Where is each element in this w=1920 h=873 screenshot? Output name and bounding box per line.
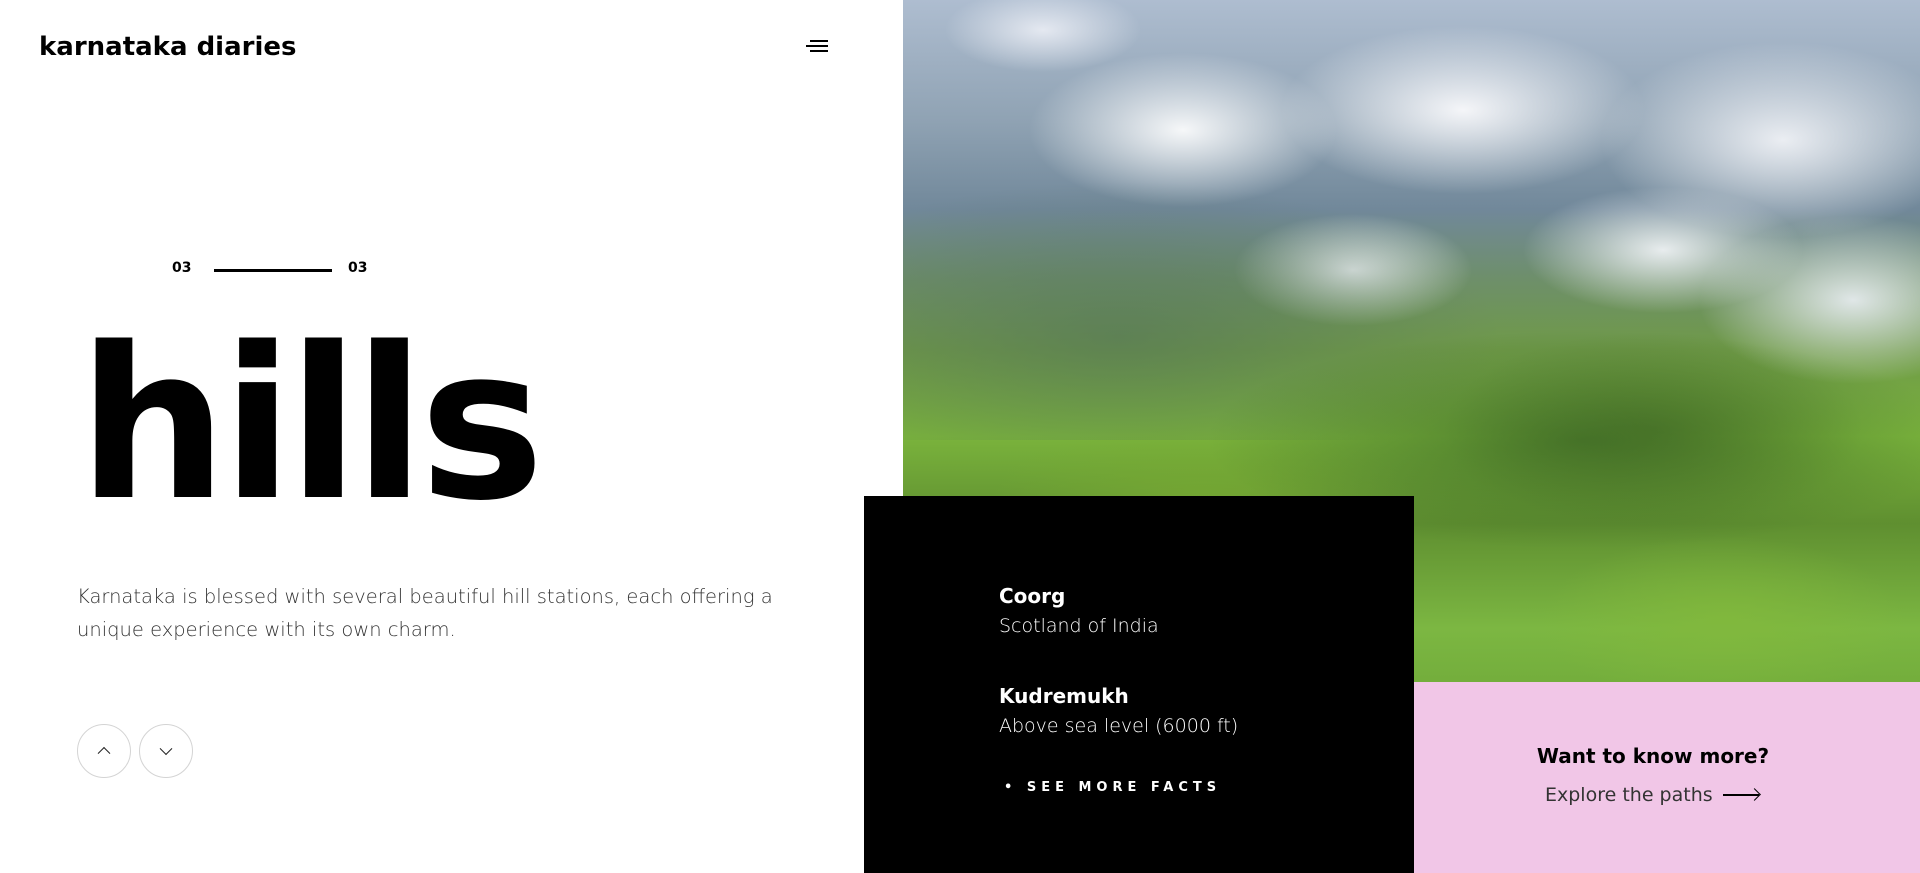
next-slide-button[interactable] bbox=[139, 724, 193, 778]
chevron-down-icon bbox=[159, 742, 173, 756]
brand-logo[interactable]: karnataka diaries bbox=[39, 32, 297, 62]
total-slide-number: 03 bbox=[348, 260, 368, 276]
slide-progress-line bbox=[214, 269, 332, 272]
explore-paths-label: Explore the paths bbox=[1545, 784, 1713, 806]
page-title: hills bbox=[78, 302, 544, 547]
fact-subtitle: Scotland of India bbox=[999, 615, 1159, 637]
explore-paths-link[interactable]: Explore the paths bbox=[1545, 784, 1761, 806]
cta-panel: Want to know more? Explore the paths bbox=[1414, 682, 1920, 873]
page: karnataka diaries 03 03 hills Karnataka … bbox=[0, 0, 1920, 873]
fact-subtitle: Above sea level (6000 ft) bbox=[999, 715, 1239, 737]
fact-title: Coorg bbox=[999, 584, 1066, 608]
fact-item: Kudremukh Above sea level (6000 ft) bbox=[999, 682, 1238, 742]
fact-title: Kudremukh bbox=[999, 684, 1129, 708]
current-slide-number: 03 bbox=[172, 260, 192, 276]
facts-card: Coorg Scotland of India Kudremukh Above … bbox=[864, 496, 1414, 873]
see-more-facts-link[interactable]: • SEE MORE FACTS bbox=[1004, 780, 1221, 795]
menu-icon[interactable] bbox=[806, 40, 828, 54]
cta-question: Want to know more? bbox=[1536, 744, 1770, 768]
previous-slide-button[interactable] bbox=[77, 724, 131, 778]
fact-item: Coorg Scotland of India bbox=[999, 582, 1159, 642]
chevron-up-icon bbox=[97, 746, 111, 760]
hero-description: Karnataka is blessed with several beauti… bbox=[77, 585, 773, 641]
arrow-right-icon bbox=[1722, 790, 1761, 800]
